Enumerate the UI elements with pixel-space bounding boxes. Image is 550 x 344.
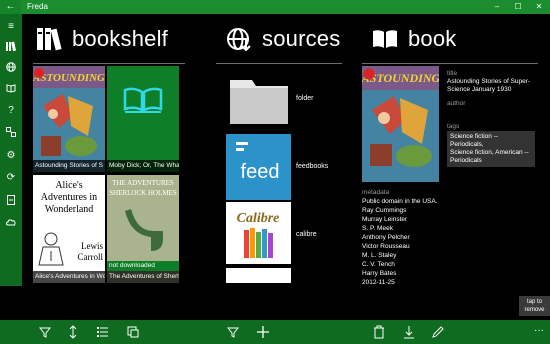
title-label: title xyxy=(447,70,458,77)
sidebar: ≡ ? ⚙ ⟳ xyxy=(0,14,22,286)
globe-icon[interactable] xyxy=(3,61,19,75)
source-item[interactable] xyxy=(226,66,291,132)
metadata-line: Harry Bates xyxy=(362,270,397,277)
book-tile[interactable]: ASTOUNDING Astounding Stories of S xyxy=(33,66,105,172)
feed-logo: feed xyxy=(236,142,280,183)
settings-icon[interactable]: ⚙ xyxy=(3,149,19,163)
book-tile[interactable]: Alice's Adventures in Wonderland Lewis C… xyxy=(33,175,105,283)
sources-header: sources xyxy=(226,22,340,56)
book-tile[interactable]: THE ADVENTURES SHERLOCK HOLMES not downl… xyxy=(107,175,179,283)
download-icon[interactable] xyxy=(401,324,417,340)
book-icon-tile xyxy=(123,87,163,113)
alice-illustration xyxy=(38,232,64,266)
metadata-line: M. L. Staley xyxy=(362,252,397,259)
filter-icon[interactable] xyxy=(37,324,53,340)
book-tile[interactable]: Moby Dick; Or, The Whal xyxy=(107,66,179,172)
hamburger-menu-icon[interactable]: ≡ xyxy=(3,20,19,34)
alice-cover-author: Lewis Carroll xyxy=(77,241,104,262)
cloud-icon[interactable] xyxy=(3,217,19,231)
metadata-line: S. P. Meek xyxy=(362,225,393,232)
globe-download-icon xyxy=(227,28,251,52)
pulp-cover: ASTOUNDING xyxy=(362,66,439,182)
tooltip-line: tap to xyxy=(526,299,542,305)
bookshelf-divider xyxy=(33,63,185,64)
bookshelf-title: bookshelf xyxy=(72,26,168,51)
metadata-line: Ray Cummings xyxy=(362,207,407,214)
download-status: not downloaded xyxy=(107,261,179,271)
book-caption: Moby Dick; Or, The Whal xyxy=(107,160,179,172)
source-item[interactable]: Calibre xyxy=(226,202,291,264)
metadata-line: Murray Leinster xyxy=(362,216,408,223)
calibre-logo: Calibre xyxy=(237,211,280,258)
source-label: folder xyxy=(296,95,314,102)
close-button[interactable]: ✕ xyxy=(529,0,549,14)
metadata-line: C. V. Tench xyxy=(362,261,395,268)
book-caption: Astounding Stories of S xyxy=(33,160,105,172)
metadata-line: Victor Rousseau xyxy=(362,243,410,250)
title-value-line: Astounding Stories of Super- xyxy=(447,78,531,85)
title-bar: ← Freda – ☐ ✕ xyxy=(0,0,550,14)
minimize-button[interactable]: – xyxy=(487,0,507,14)
metadata-line: 2012-11-25 xyxy=(362,279,395,286)
edit-icon[interactable] xyxy=(430,324,446,340)
source-item[interactable]: feed xyxy=(226,134,291,200)
sherlock-cover-title-2: SHERLOCK HOLMES xyxy=(109,189,177,197)
book-cover: ASTOUNDING xyxy=(362,66,439,182)
maximize-button[interactable]: ☐ xyxy=(508,0,528,14)
link-icon[interactable] xyxy=(3,126,19,140)
metadata-label: metadata xyxy=(362,189,390,196)
metadata-line: Anthony Pelcher xyxy=(362,234,410,241)
source-item-partial[interactable] xyxy=(226,268,291,283)
title-value-line: Science January 1930 xyxy=(447,86,512,93)
book-caption: Alice's Adventures in Wo xyxy=(33,271,105,283)
sort-icon[interactable] xyxy=(65,324,81,340)
more-options-icon[interactable]: ··· xyxy=(534,325,544,336)
folder-icon xyxy=(230,80,288,124)
sherlock-cover-title-1: THE ADVENTURES xyxy=(112,179,174,187)
tag-line: Periodicals xyxy=(450,157,482,164)
tags-box[interactable]: Science fiction -- Periodicals, Science … xyxy=(447,131,535,167)
book-open-icon[interactable] xyxy=(3,82,19,96)
list-icon[interactable] xyxy=(95,324,111,340)
app-title: Freda xyxy=(27,2,48,11)
sources-title: sources xyxy=(262,26,341,51)
pulp-cover: ASTOUNDING xyxy=(33,66,105,172)
alice-cover-title: Alice's Adventures in Wonderland xyxy=(40,180,98,215)
bottom-app-bar: ··· xyxy=(0,320,550,344)
open-book-icon xyxy=(373,30,397,48)
library-icon[interactable] xyxy=(3,40,19,54)
add-icon[interactable] xyxy=(255,324,271,340)
help-icon[interactable]: ? xyxy=(3,104,19,118)
calibre-logo-text: Calibre xyxy=(237,211,280,226)
feed-logo-text: feed xyxy=(241,161,280,183)
source-label: calibre xyxy=(296,231,317,238)
tap-to-remove-tooltip[interactable]: tap to remove xyxy=(519,296,550,316)
book-divider xyxy=(362,63,538,64)
book-title-header: book xyxy=(408,26,457,51)
sources-divider xyxy=(216,63,342,64)
back-arrow-icon[interactable]: ← xyxy=(0,0,21,14)
book-header: book xyxy=(372,22,457,56)
tags-label: tags xyxy=(447,123,460,130)
delete-icon[interactable] xyxy=(371,324,387,340)
filter-icon[interactable] xyxy=(225,324,241,340)
copy-icon[interactable] xyxy=(125,324,141,340)
tooltip-line: remove xyxy=(524,307,545,313)
sync-icon[interactable]: ⟳ xyxy=(3,171,19,185)
metadata-line: Public domain in the USA. xyxy=(362,198,438,205)
book-caption: The Adventures of Sherl xyxy=(107,271,179,283)
author-label: author xyxy=(447,100,466,107)
pipe-illustration xyxy=(125,209,163,251)
bookmark-icon[interactable] xyxy=(3,194,19,208)
tag-line: Science fiction, American -- xyxy=(450,149,529,156)
tag-line: Science fiction -- Periodicals, xyxy=(450,133,499,148)
bookshelf-icon xyxy=(37,28,62,51)
bookshelf-header: bookshelf xyxy=(36,22,168,56)
source-label: feedbooks xyxy=(296,163,329,170)
